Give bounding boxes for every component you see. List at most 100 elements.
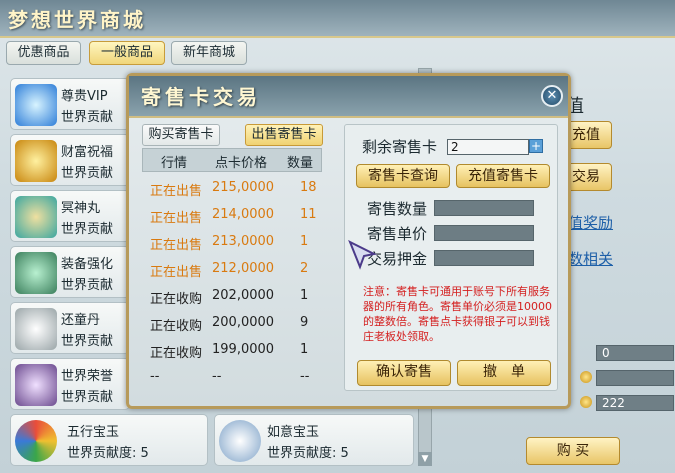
coin-icon [580,396,592,408]
item-name: 世界荣誉 [61,369,114,384]
item-name: 尊贵VIP [61,89,108,104]
stat-field: 222 [596,395,674,411]
scroll-down-arrow-icon[interactable]: ▼ [418,452,432,466]
item-name: 装备强化 [61,257,114,272]
market-table: 行情 点卡价格 数量 正在出售 215,0000 18 正在出售 214,0000 11 正… [142,148,322,396]
row-qty: 1 [300,234,309,249]
col-status: 行情 [161,156,188,171]
row-qty: -- [300,369,310,384]
row-status: 正在收购 [150,319,203,334]
row-status: 正在收购 [150,292,203,307]
row-status: 正在出售 [150,211,203,226]
crystal-ball-icon [219,420,261,462]
table-row[interactable]: 正在收购 202,0000 1 [142,283,322,310]
row-price: -- [212,369,222,384]
item-name: 财富祝福 [61,145,114,160]
table-row[interactable]: 正在出售 214,0000 11 [142,202,322,229]
cancel-order-button[interactable]: 撤 单 [457,360,551,386]
list-item[interactable]: 世界荣誉 世界贡献 [10,358,130,410]
list-item[interactable]: 还童丹 世界贡献 [10,302,130,354]
list-item[interactable]: 财富祝福 世界贡献 [10,134,130,186]
notice-text: 注意：寄售卡可通用于账号下所有服务器的所有角色。寄售单价必须是10000的整数倍… [363,285,552,343]
table-row[interactable]: 正在出售 215,0000 18 [142,175,322,202]
coin-icon [580,371,592,383]
list-item[interactable]: 装备强化 世界贡献 [10,246,130,298]
item-contrib: 世界贡献 [61,390,114,405]
item-name: 五行宝玉 [67,425,120,440]
row-price: 212,0000 [212,261,275,276]
row-price: 200,0000 [212,315,275,330]
row-qty: 9 [300,315,309,330]
item-contrib: 世界贡献 [61,166,114,181]
row-price: 213,0000 [212,234,275,249]
tab-buy-card[interactable]: 购买寄售卡 [142,124,220,146]
item-contrib: 世界贡献 [61,278,114,293]
item-contrib: 世界贡献 [61,110,114,125]
row-price: 215,0000 [212,180,275,195]
buy-button[interactable]: 购 买 [526,437,620,465]
related-link[interactable]: 数相关 [568,248,613,269]
tab-new-year[interactable]: 新年商城 [171,41,247,65]
remaining-value: 2 [447,139,529,155]
list-item[interactable]: 五行宝玉 世界贡献度: 5 [10,414,208,466]
tab-discount[interactable]: 优惠商品 [6,41,81,65]
qty-label: 寄售数量 [367,200,428,218]
row-status: 正在出售 [150,265,203,280]
shop-title: 梦想世界商城 [8,8,146,32]
row-price: 202,0000 [212,288,275,303]
item-name: 冥神丸 [61,201,101,216]
row-status: 正在出售 [150,184,203,199]
dialog-title: 寄售卡交易 [141,85,261,109]
deposit-field [434,250,534,266]
recharge-reward-link[interactable]: 值奖励 [568,212,613,233]
close-icon[interactable]: ✕ [541,85,563,107]
row-qty: 11 [300,207,317,222]
item-contrib: 世界贡献度: 5 [67,446,149,461]
list-item[interactable]: 冥神丸 世界贡献 [10,190,130,242]
row-qty: 18 [300,180,317,195]
potion-flask-icon [15,196,57,238]
list-item[interactable]: 尊贵VIP 世界贡献 [10,78,130,130]
row-qty: 1 [300,342,309,357]
item-contrib: 世界贡献 [61,222,114,237]
qty-input[interactable] [434,200,534,216]
table-row[interactable]: 正在收购 200,0000 9 [142,310,322,337]
item-name: 如意宝玉 [267,425,320,440]
confirm-consign-button[interactable]: 确认寄售 [357,360,451,386]
list-item[interactable]: 如意宝玉 世界贡献度: 5 [214,414,414,466]
remaining-label: 剩余寄售卡 [362,138,438,156]
five-elements-jade-icon [15,420,57,462]
treasure-pot-icon [15,140,57,182]
row-status: -- [150,369,160,384]
vase-icon [15,308,57,350]
diamond-icon [15,84,57,126]
shop-title-bar: 梦想世界商城 [0,0,675,38]
item-contrib: 世界贡献 [61,334,114,349]
table-row[interactable]: 正在收购 199,0000 1 [142,337,322,364]
row-price: 199,0000 [212,342,275,357]
col-price: 点卡价格 [215,156,268,171]
cursor-icon [348,240,378,270]
row-status: 正在收购 [150,346,203,361]
item-contrib: 世界贡献度: 5 [267,446,349,461]
tab-sell-card[interactable]: 出售寄售卡 [245,124,323,146]
tab-general[interactable]: 一般商品 [89,41,165,65]
stat-field: 0 [596,345,674,361]
recharge-card-button[interactable]: 充值寄售卡 [456,164,550,188]
table-row[interactable]: -- -- -- [142,364,322,391]
query-card-button[interactable]: 寄售卡查询 [356,164,450,188]
row-price: 214,0000 [212,207,275,222]
table-row[interactable]: 正在出售 212,0000 2 [142,256,322,283]
crystal-icon [15,252,57,294]
stat-field [596,370,674,386]
honor-medal-icon [15,364,57,406]
row-status: 正在出售 [150,238,203,253]
col-qty: 数量 [287,156,314,171]
row-qty: 1 [300,288,309,303]
table-header: 行情 点卡价格 数量 [142,148,322,172]
table-row[interactable]: 正在出售 213,0000 1 [142,229,322,256]
row-qty: 2 [300,261,309,276]
dialog-header: 寄售卡交易 ✕ [129,76,568,118]
price-input[interactable] [434,225,534,241]
plus-icon[interactable]: + [529,139,543,153]
